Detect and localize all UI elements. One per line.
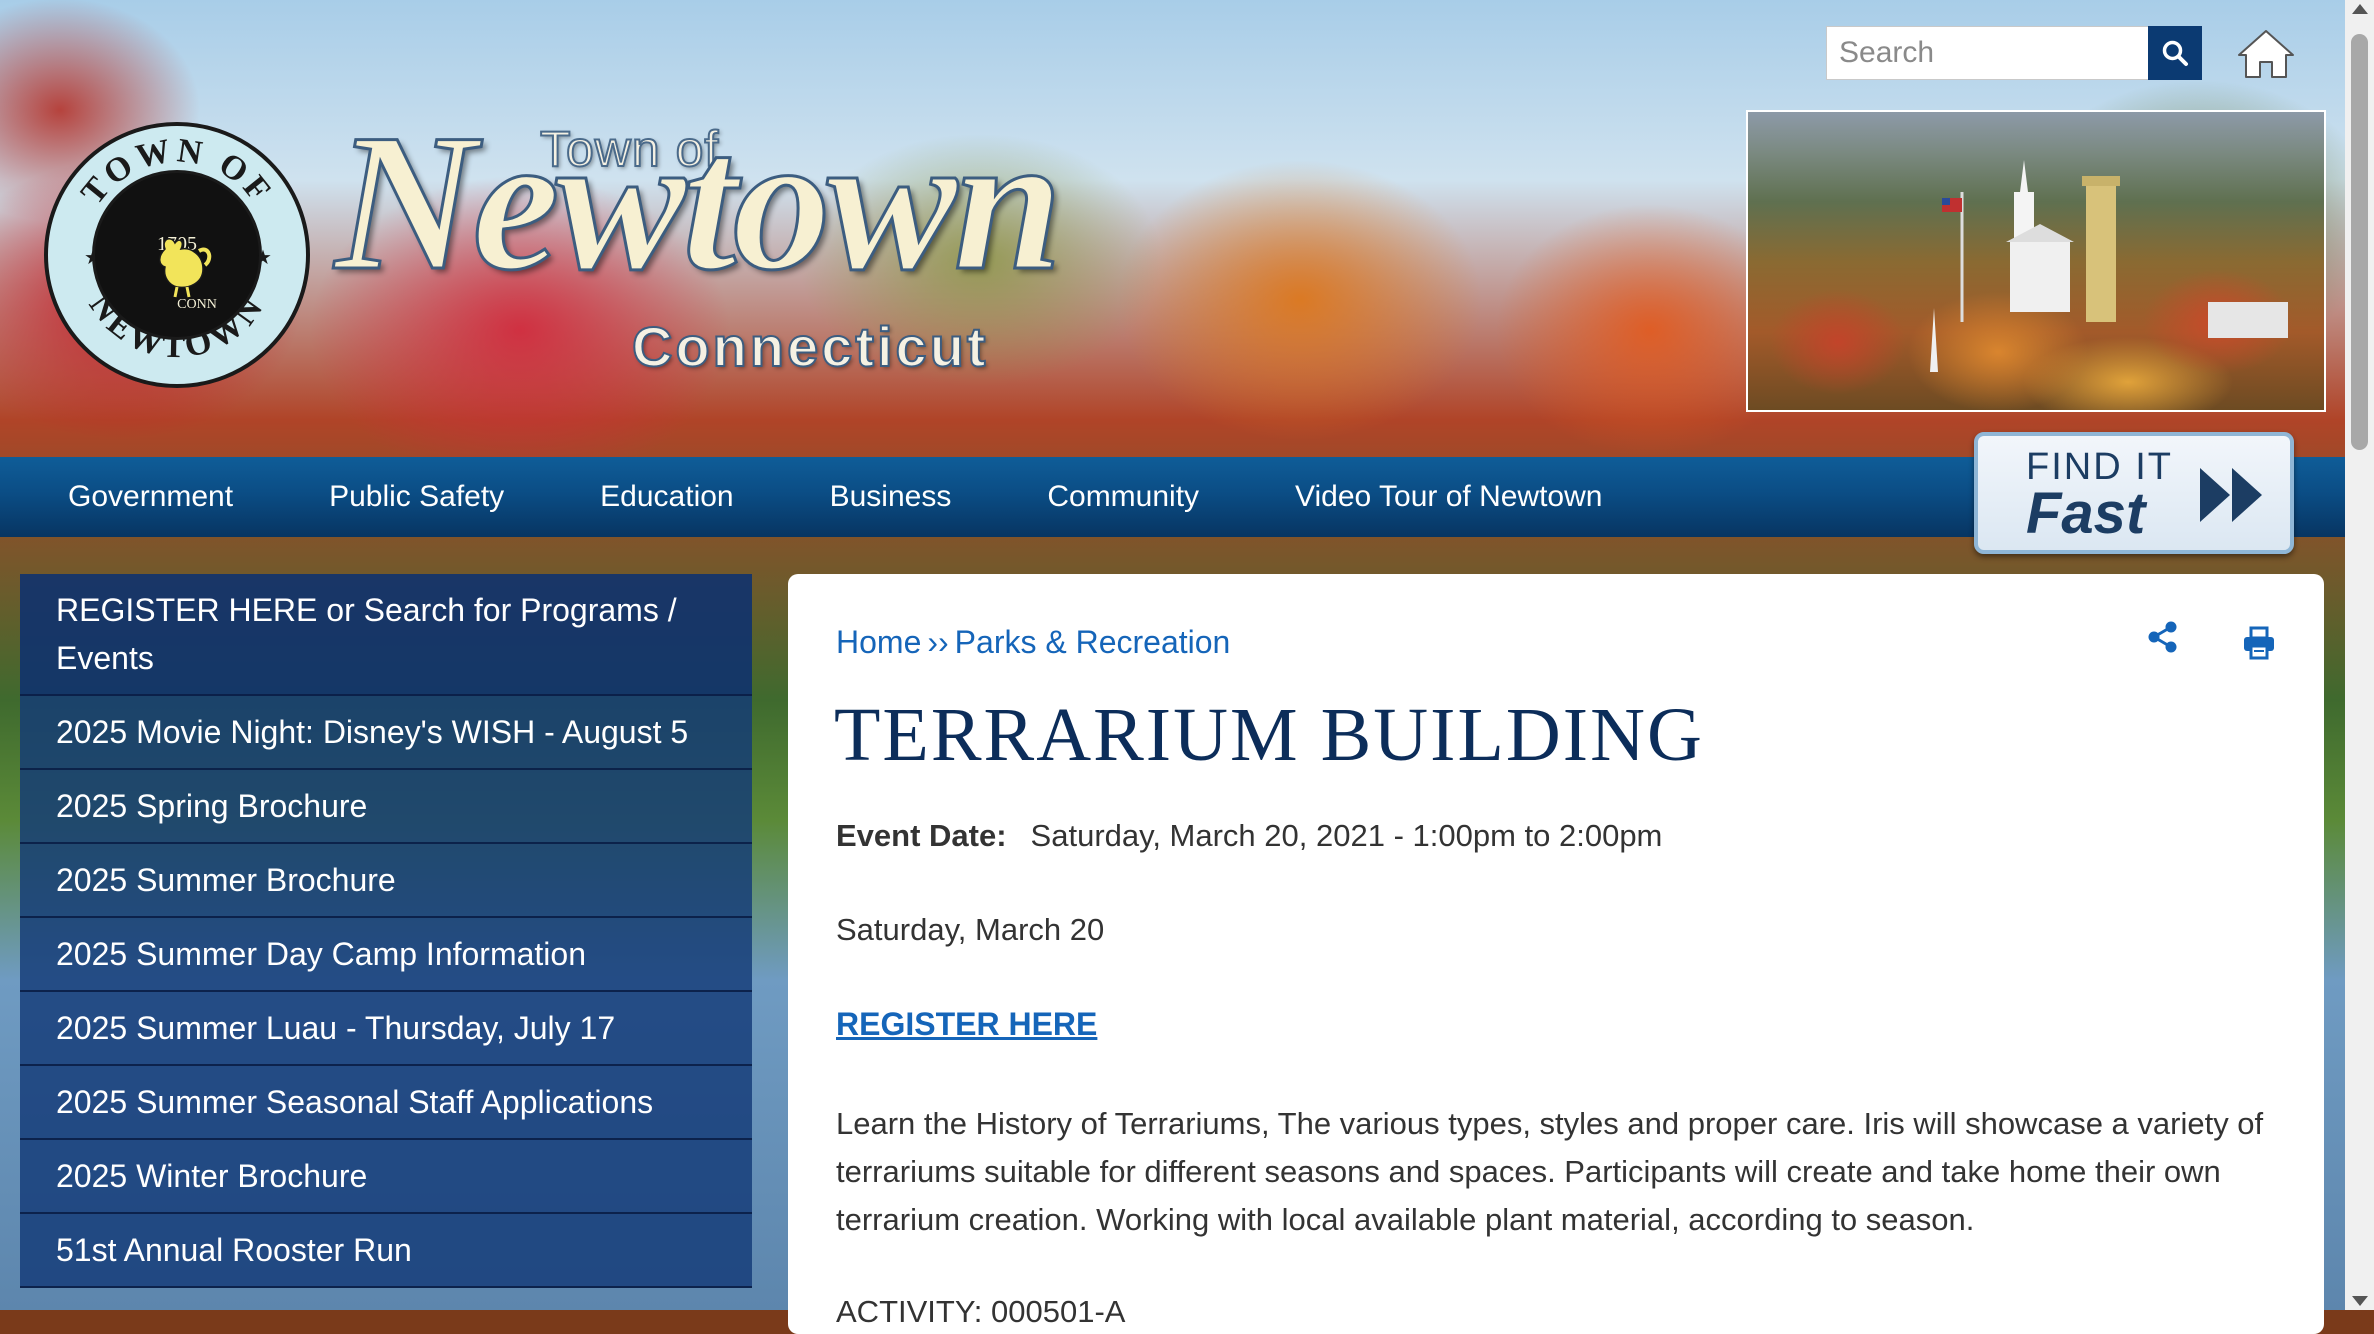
- sidebar-item-summer-brochure[interactable]: 2025 Summer Brochure: [20, 844, 752, 918]
- search-bar: [1826, 26, 2202, 80]
- event-description: Learn the History of Terrariums, The var…: [836, 1106, 2264, 1237]
- breadcrumb: Home ›› Parks & Recreation: [836, 624, 1230, 661]
- print-icon[interactable]: [2242, 626, 2276, 660]
- sidebar-item-winter-brochure[interactable]: 2025 Winter Brochure: [20, 1140, 752, 1214]
- sidebar-item-movie-night[interactable]: 2025 Movie Night: Disney's WISH - August…: [20, 696, 752, 770]
- home-button[interactable]: [2236, 28, 2296, 80]
- event-day-text: Saturday, March 20: [836, 912, 1105, 947]
- sidebar-item-summer-luau[interactable]: 2025 Summer Luau - Thursday, July 17: [20, 992, 752, 1066]
- event-date-value: Saturday, March 20, 2021 - 1:00pm to 2:0…: [1030, 818, 1663, 853]
- seal-center: 1705 CONN: [92, 170, 262, 340]
- scrollbar-thumb[interactable]: [2351, 34, 2368, 450]
- register-here-link[interactable]: REGISTER HERE: [836, 1006, 1097, 1043]
- breadcrumb-separator: ››: [927, 624, 949, 660]
- activity-code: ACTIVITY: 000501-A: [836, 1294, 1126, 1329]
- find-it-fast-button[interactable]: FIND IT Fast: [1974, 432, 2294, 554]
- search-input[interactable]: [1826, 26, 2148, 80]
- sidebar-item-register[interactable]: REGISTER HERE or Search for Programs / E…: [20, 574, 752, 696]
- wordmark-connecticut: Connecticut: [631, 314, 989, 379]
- main-content-panel: Home ›› Parks & Recreation TERRARIUM BUILD…: [788, 574, 2324, 1334]
- breadcrumb-parks-recreation[interactable]: Parks & Recreation: [955, 624, 1231, 660]
- sidebar-item-seasonal-staff[interactable]: 2025 Summer Seasonal Staff Applications: [20, 1066, 752, 1140]
- nav-government[interactable]: Government: [68, 457, 233, 537]
- sidebar-nav: REGISTER HERE or Search for Programs / E…: [20, 574, 752, 1310]
- nav-community[interactable]: Community: [1047, 457, 1199, 537]
- home-icon: [2238, 30, 2294, 78]
- scroll-up-arrow-icon[interactable]: [2352, 4, 2368, 14]
- search-button[interactable]: [2148, 26, 2202, 80]
- scroll-down-arrow-icon[interactable]: [2352, 1296, 2368, 1306]
- page-scrollbar[interactable]: [2345, 0, 2374, 1310]
- sidebar-item-spring-brochure[interactable]: 2025 Spring Brochure: [20, 770, 752, 844]
- share-icon[interactable]: [2146, 620, 2180, 654]
- town-seal-logo[interactable]: TOWN OF NEWTOWN ★ ★ 1705 CONN: [44, 122, 310, 388]
- sidebar-item-rooster-run[interactable]: 51st Annual Rooster Run: [20, 1214, 752, 1288]
- seal-conn: CONN: [177, 297, 217, 312]
- nav-business[interactable]: Business: [830, 457, 952, 537]
- sidebar-item-day-camp[interactable]: 2025 Summer Day Camp Information: [20, 918, 752, 992]
- find-it-line2: Fast: [2026, 481, 2146, 546]
- event-date-label: Event Date:: [836, 818, 1007, 853]
- church-photo-illustration: [1930, 160, 2288, 372]
- page-title: TERRARIUM BUILDING: [834, 693, 1704, 777]
- double-chevron-right-icon: [2200, 468, 2262, 522]
- main-nav-list: Government Public Safety Education Busin…: [0, 457, 1602, 537]
- search-icon: [2162, 40, 2188, 66]
- event-date-row: Event Date: Saturday, March 20, 2021 - 1:…: [836, 818, 1662, 854]
- nav-education[interactable]: Education: [600, 457, 733, 537]
- rooster-icon: [159, 238, 212, 298]
- nav-video-tour[interactable]: Video Tour of Newtown: [1295, 457, 1602, 537]
- header-church-photo: [1746, 110, 2326, 412]
- nav-public-safety[interactable]: Public Safety: [329, 457, 504, 537]
- wordmark-newtown[interactable]: Newtown: [333, 103, 1063, 302]
- breadcrumb-home[interactable]: Home: [836, 624, 921, 660]
